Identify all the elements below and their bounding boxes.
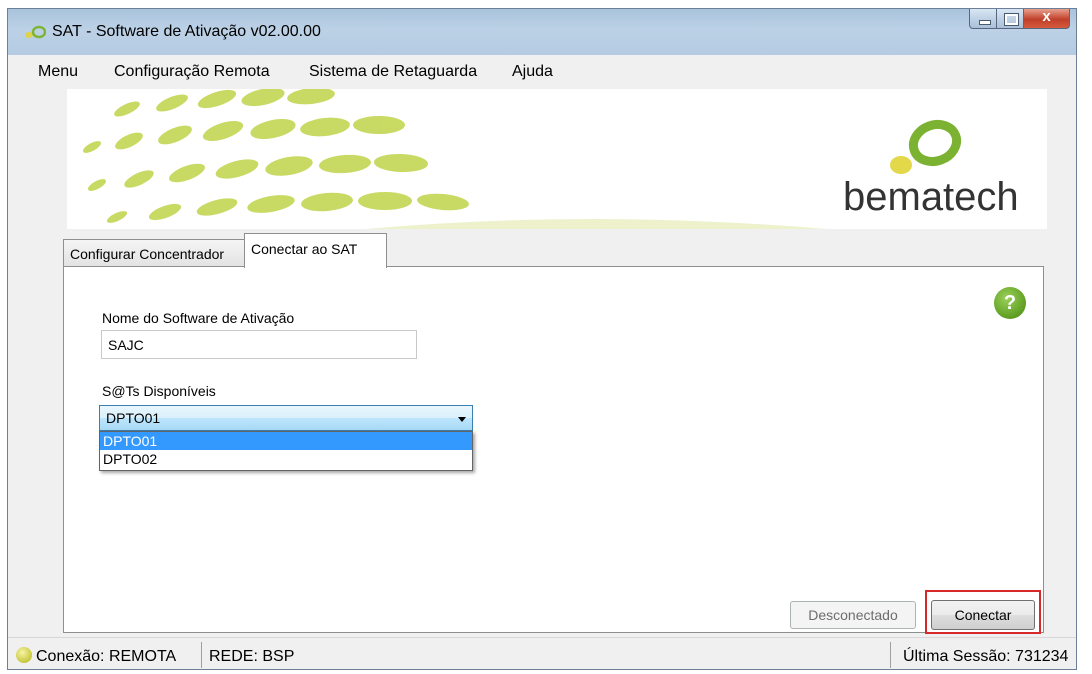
brand-logo-text: bematech xyxy=(843,175,1019,219)
menu-bar: Menu Configuração Remota Sistema de Reta… xyxy=(8,55,1076,85)
title-bar[interactable]: SAT - Software de Ativação v02.00.00 x xyxy=(8,9,1076,55)
connect-button[interactable]: Conectar xyxy=(931,600,1035,630)
window-title: SAT - Software de Ativação v02.00.00 xyxy=(52,23,321,40)
status-ultima-sessao: Última Sessão: 731234 xyxy=(903,648,1069,665)
tab-conectar-ao-sat[interactable]: Conectar ao SAT xyxy=(244,233,387,268)
menu-item-configuracao-remota[interactable]: Configuração Remota xyxy=(114,63,270,81)
software-name-field[interactable]: SAJC xyxy=(101,330,417,359)
status-separator xyxy=(201,642,202,668)
header-banner: bematech xyxy=(67,89,1047,229)
banner-dots-pattern xyxy=(82,89,827,229)
sats-dropdown-list: DPTO01 DPTO02 xyxy=(99,431,473,471)
software-name-value: SAJC xyxy=(108,337,144,353)
sats-available-label: S@Ts Disponíveis xyxy=(102,383,216,399)
tab-configurar-concentrador[interactable]: Configurar Concentrador xyxy=(63,239,245,267)
help-icon[interactable]: ? xyxy=(994,287,1026,319)
sats-option[interactable]: DPTO01 xyxy=(100,432,472,450)
sats-select[interactable]: DPTO01 xyxy=(99,405,473,431)
status-separator xyxy=(890,642,891,668)
software-name-label: Nome do Software de Ativação xyxy=(102,310,295,326)
minimize-button[interactable] xyxy=(969,9,997,29)
disconnected-status-button: Desconectado xyxy=(790,601,916,629)
bematech-logo-icon xyxy=(890,119,962,174)
app-window: SAT - Software de Ativação v02.00.00 x M… xyxy=(7,8,1077,670)
status-rede: REDE: BSP xyxy=(209,648,295,665)
status-bar: Conexão: REMOTA REDE: BSP Última Sessão:… xyxy=(8,637,1076,669)
sats-option[interactable]: DPTO02 xyxy=(100,450,472,468)
menu-item-ajuda[interactable]: Ajuda xyxy=(512,63,553,81)
connection-status-icon xyxy=(16,647,32,663)
chevron-down-icon[interactable] xyxy=(458,417,466,422)
tab-panel-conectar: Nome do Software de Ativação SAJC S@Ts D… xyxy=(63,266,1044,634)
close-button[interactable]: x xyxy=(1024,9,1070,29)
close-icon: x xyxy=(1042,8,1051,25)
status-conexao: Conexão: REMOTA xyxy=(36,648,177,665)
app-logo-icon xyxy=(25,25,46,39)
sats-select-value: DPTO01 xyxy=(106,410,161,426)
menu-item-menu[interactable]: Menu xyxy=(38,63,78,81)
maximize-button[interactable] xyxy=(997,9,1024,29)
menu-item-sistema-de-retaguarda[interactable]: Sistema de Retaguarda xyxy=(309,63,477,81)
